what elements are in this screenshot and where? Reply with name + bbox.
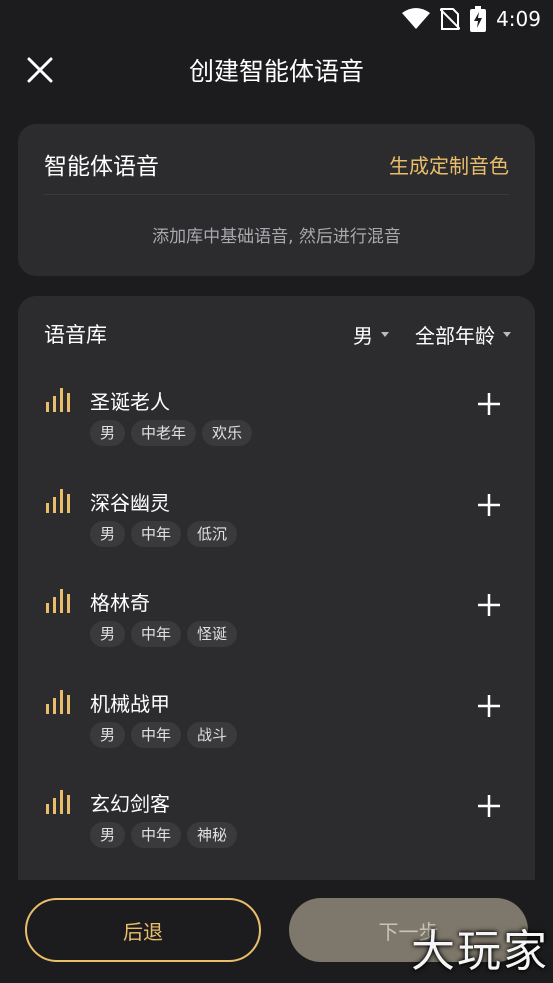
divider	[44, 194, 509, 195]
voice-name: 格林奇	[90, 591, 150, 615]
voice-tags: 男 中年 怪诞	[90, 621, 238, 647]
voice-item[interactable]: 格林奇 男 中年 怪诞	[18, 583, 535, 684]
voice-item[interactable]: 玄幻剑客 男 中年 神秘	[18, 784, 535, 885]
tag-style: 低沉	[187, 520, 238, 547]
tag-style: 怪诞	[187, 621, 238, 647]
caret-down-icon	[503, 331, 511, 337]
voice-tags: 男 中年 低沉	[90, 520, 238, 547]
voice-name: 机械战甲	[90, 691, 170, 716]
tag-age: 中年	[131, 621, 182, 647]
voice-tags: 男 中年 战斗	[90, 721, 238, 748]
sound-bars-icon	[46, 589, 70, 613]
add-icon[interactable]	[477, 593, 501, 617]
caret-down-icon	[381, 331, 389, 337]
add-icon[interactable]	[477, 392, 501, 416]
voice-name: 圣诞老人	[90, 390, 170, 414]
tag-gender: 男	[90, 621, 126, 647]
gender-filter-label: 男	[353, 323, 373, 348]
page-title: 创建智能体语音	[188, 57, 364, 86]
add-icon[interactable]	[477, 794, 501, 818]
add-icon[interactable]	[477, 493, 501, 517]
tag-age: 中年	[131, 721, 182, 748]
voice-item[interactable]: 深谷幽灵 男 中年 低沉	[18, 483, 535, 584]
sound-bars-icon	[46, 689, 70, 714]
sound-bars-icon	[46, 388, 70, 412]
sound-bars-icon	[46, 790, 70, 814]
tag-gender: 男	[90, 420, 126, 446]
age-filter-label: 全部年龄	[415, 323, 495, 348]
tag-gender: 男	[90, 721, 126, 748]
status-time: 4:09	[496, 7, 541, 31]
tag-style: 欢乐	[202, 420, 253, 446]
no-sim-icon	[440, 8, 461, 30]
voice-item[interactable]: 机械战甲 男 中年 战斗	[18, 684, 535, 785]
sound-bars-icon	[46, 488, 70, 513]
tag-style: 战斗	[187, 721, 238, 748]
tag-age: 中老年	[131, 420, 197, 446]
voice-name: 玄幻剑客	[90, 792, 170, 816]
tag-gender: 男	[90, 520, 126, 547]
agent-voice-title: 智能体语音	[44, 154, 159, 180]
age-filter-dropdown[interactable]: 全部年龄	[415, 320, 511, 349]
agent-voice-hint: 添加库中基础语音, 然后进行混音	[152, 227, 401, 247]
voice-library-title: 语音库	[44, 323, 107, 347]
tag-style: 神秘	[187, 822, 238, 848]
gender-filter-dropdown[interactable]: 男	[353, 320, 389, 349]
voice-library-header: 语音库 男 全部年龄	[44, 318, 511, 350]
voice-tags: 男 中老年 欢乐	[90, 420, 253, 446]
battery-charging-icon	[470, 6, 487, 32]
watermark: 大玩家	[411, 926, 549, 977]
agent-voice-card: 智能体语音 生成定制音色 添加库中基础语音, 然后进行混音	[18, 124, 535, 276]
add-icon[interactable]	[477, 694, 501, 718]
generate-custom-voice-link[interactable]: 生成定制音色	[389, 150, 509, 179]
voice-tags: 男 中年 神秘	[90, 822, 238, 848]
tag-age: 中年	[131, 822, 182, 848]
tag-gender: 男	[90, 822, 126, 848]
status-icons: 4:09	[402, 4, 541, 34]
tag-age: 中年	[131, 520, 182, 547]
back-button[interactable]: 后退	[25, 898, 261, 962]
voice-library-card: 语音库 男 全部年龄 圣诞老人 男 中老年 欢乐 深谷幽灵 男 中年 低沉 格林…	[18, 296, 535, 896]
wifi-icon	[402, 8, 431, 29]
voice-item[interactable]: 圣诞老人 男 中老年 欢乐	[18, 382, 535, 483]
voice-list: 圣诞老人 男 中老年 欢乐 深谷幽灵 男 中年 低沉 格林奇 男 中年 怪诞 机…	[18, 382, 535, 885]
status-bar: 4:09	[0, 0, 553, 38]
agent-voice-header: 智能体语音 生成定制音色	[44, 144, 509, 184]
app-bar: 创建智能体语音	[0, 38, 553, 104]
filters: 男 全部年龄	[353, 320, 511, 349]
voice-name: 深谷幽灵	[90, 490, 170, 515]
